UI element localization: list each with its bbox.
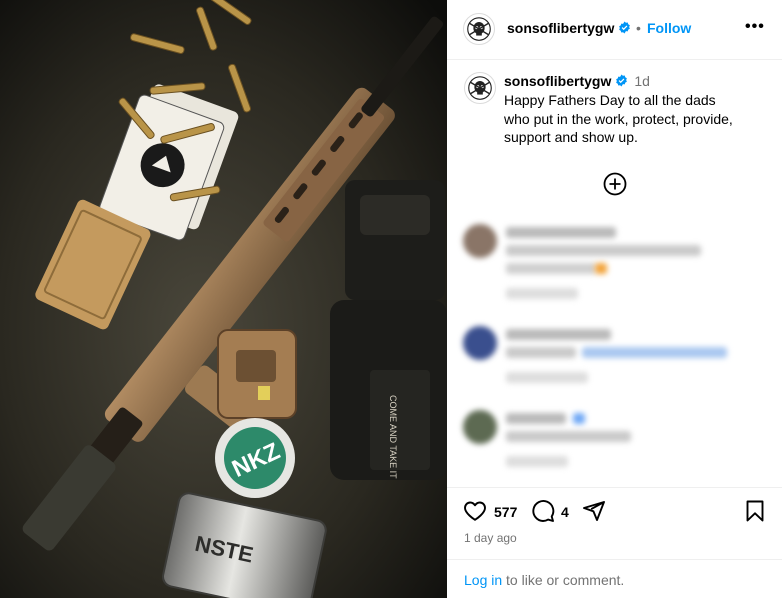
post-side-panel: sonsofliberty­gw • Follow ••• sonsoflibe… <box>447 0 782 598</box>
commenter-avatar[interactable] <box>463 224 497 258</box>
caption-timestamp[interactable]: 1d <box>634 73 650 89</box>
blurred-badge <box>573 413 585 424</box>
verified-badge-icon <box>619 21 631 34</box>
comment-bubble-icon[interactable] <box>531 499 555 523</box>
caption-avatar[interactable] <box>464 72 496 104</box>
more-options-icon[interactable]: ••• <box>745 18 765 36</box>
blurred-emoji <box>595 263 607 274</box>
paper-plane-icon[interactable] <box>582 499 606 523</box>
commenter-avatar[interactable] <box>463 410 497 444</box>
plus-circle-icon[interactable] <box>603 172 627 196</box>
blurred-comment-text <box>506 227 616 238</box>
divider <box>447 559 782 560</box>
blurred-comment-text <box>506 263 596 274</box>
caption-text: Happy Fathers Day to all the dads who pu… <box>504 92 733 145</box>
bookmark-icon[interactable] <box>743 499 767 523</box>
follow-button[interactable]: Follow <box>647 20 691 36</box>
blurred-comment-text <box>506 413 566 424</box>
svg-text:COME AND TAKE IT: COME AND TAKE IT <box>388 395 398 479</box>
username-text[interactable]: sonsofliberty­gw <box>507 20 614 36</box>
login-link[interactable]: Log in <box>464 572 502 588</box>
blurred-comment-text <box>506 431 631 442</box>
post-header: sonsofliberty­gw • Follow ••• <box>447 0 782 60</box>
account-username[interactable]: sonsofliberty­gw <box>507 20 631 36</box>
comment-item <box>447 224 782 308</box>
caption-username[interactable]: sonsofliberty­gw 1d <box>504 73 650 89</box>
heart-icon[interactable] <box>463 499 487 523</box>
blurred-comment-meta <box>506 456 568 467</box>
caption-username-text[interactable]: sonsofliberty­gw <box>504 73 611 89</box>
post-photo: NKZ NSTE COME AND TAKE IT <box>0 0 447 598</box>
blurred-comment-meta <box>506 372 588 383</box>
comment-item <box>447 410 782 494</box>
commenter-avatar[interactable] <box>463 326 497 360</box>
likes-count[interactable]: 577 <box>494 504 517 520</box>
account-avatar[interactable] <box>463 13 495 45</box>
post-age[interactable]: 1 day ago <box>464 531 517 545</box>
blurred-comment-text <box>506 245 701 256</box>
blurred-comment-text <box>506 329 611 340</box>
skull-logo-icon <box>464 14 494 44</box>
blurred-comment-text <box>506 347 576 358</box>
comment-item <box>447 326 782 410</box>
post-image[interactable]: NKZ NSTE COME AND TAKE IT <box>0 0 447 598</box>
login-prompt: Log in to like or comment. <box>464 572 624 588</box>
comments-count[interactable]: 4 <box>561 504 569 520</box>
blurred-mention <box>582 347 727 358</box>
verified-badge-icon <box>616 74 628 87</box>
header-separator: • <box>636 20 641 36</box>
blurred-comment-meta <box>506 288 578 299</box>
skull-logo-icon <box>465 73 495 103</box>
post-actions: 577 4 1 day ago Log in to like or commen… <box>447 487 782 599</box>
login-suffix: to like or comment. <box>502 572 625 588</box>
